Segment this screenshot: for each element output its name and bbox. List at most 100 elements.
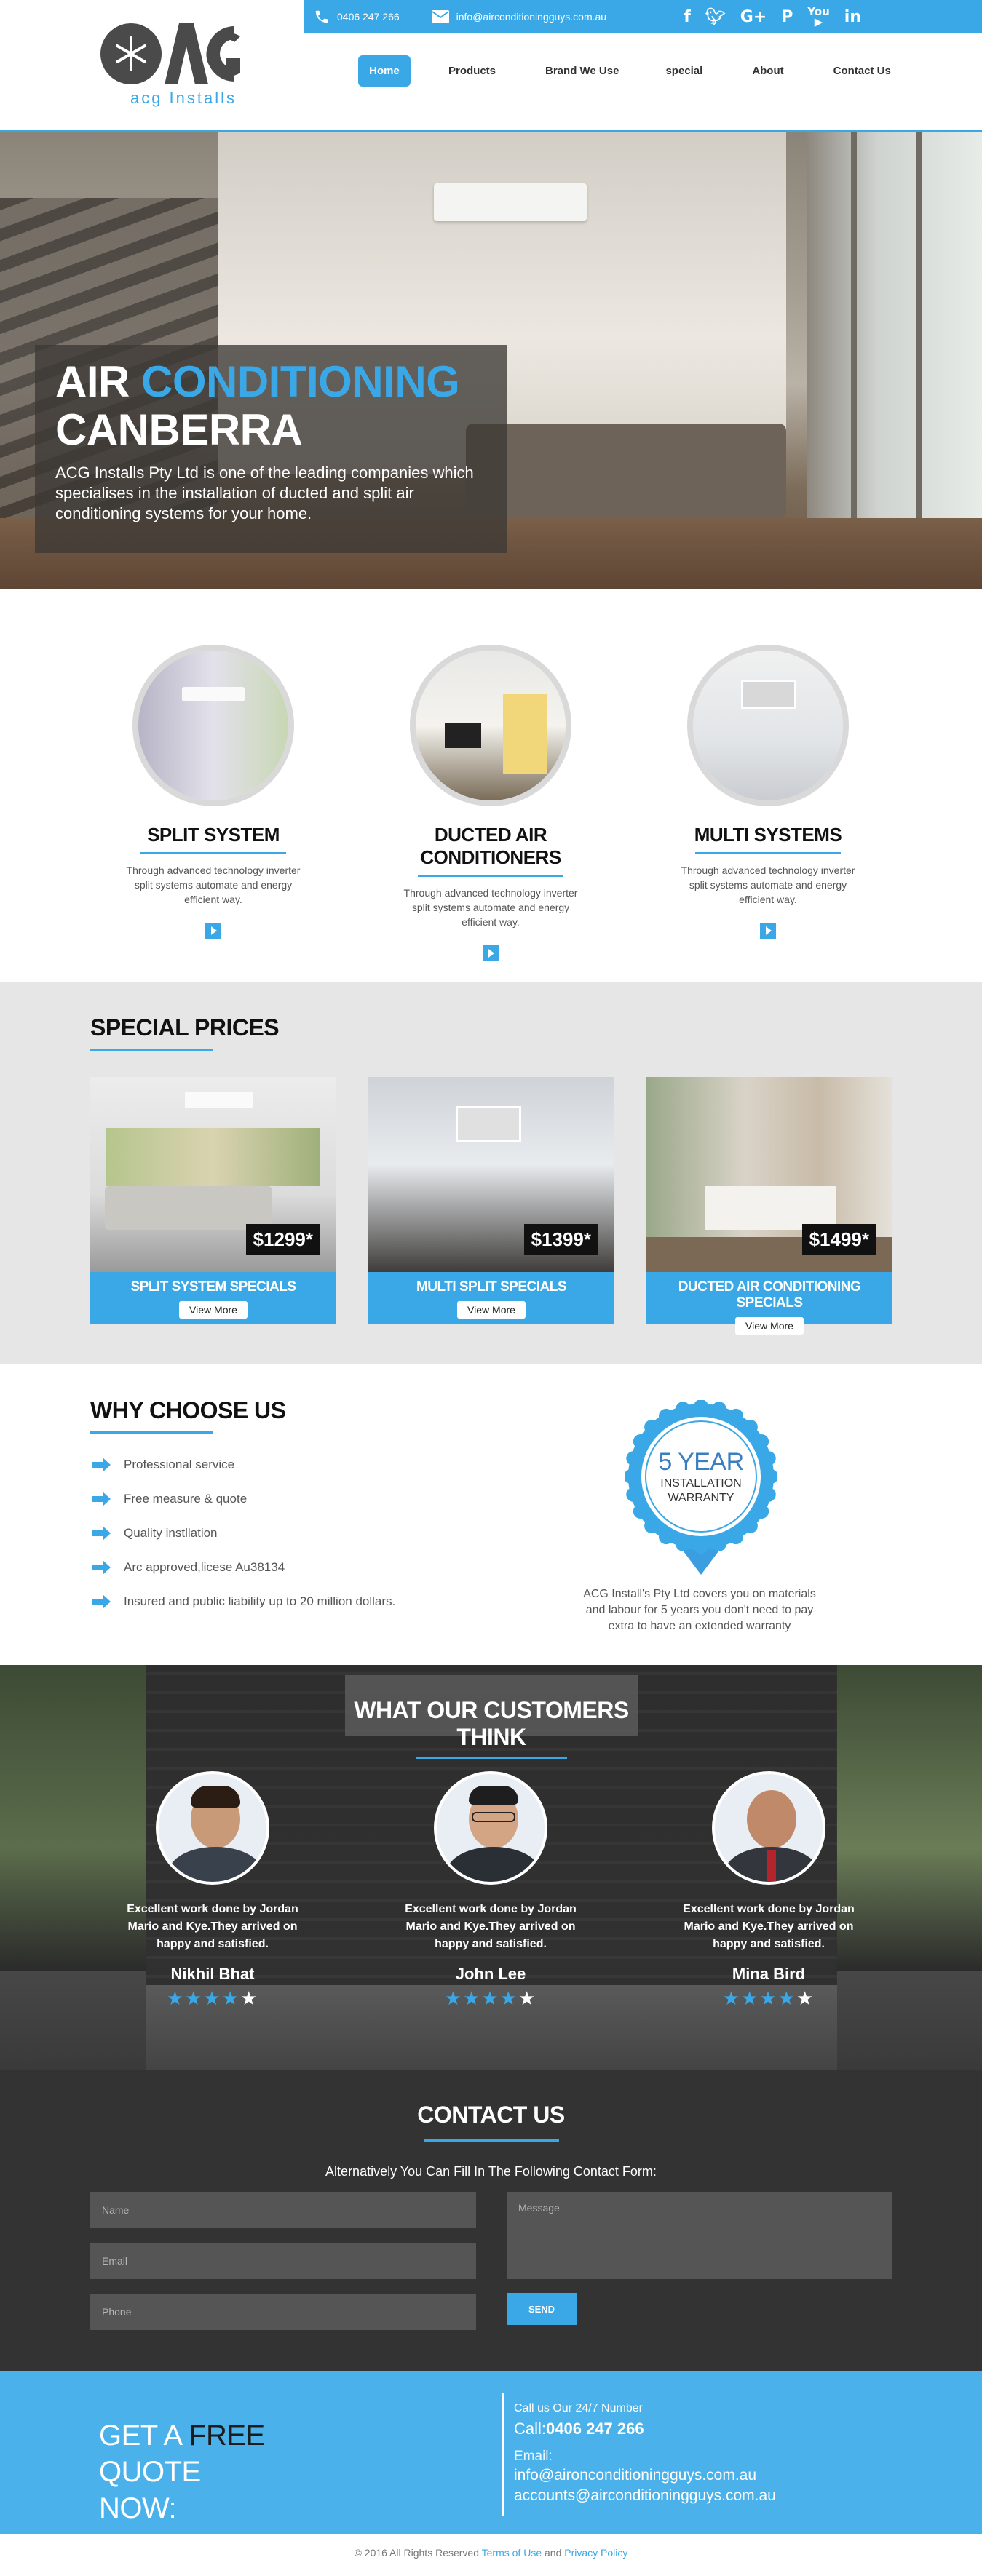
service-image bbox=[132, 645, 294, 806]
logo-tagline: acg Installs bbox=[130, 89, 237, 107]
phone-field[interactable] bbox=[90, 2294, 476, 2330]
call-line[interactable]: Call:0406 247 266 bbox=[514, 2420, 776, 2438]
nav-products[interactable]: Products bbox=[448, 55, 496, 87]
contact-title: CONTACT US bbox=[417, 2102, 565, 2128]
section-underline bbox=[416, 1757, 567, 1759]
youtube-icon[interactable]: You ▶ bbox=[807, 7, 829, 28]
star-rating: ★★★★★ bbox=[444, 1988, 537, 2010]
linkedin-icon[interactable]: in bbox=[844, 8, 861, 26]
special-price: $1499* bbox=[801, 1224, 876, 1255]
why-list-item: Insured and public liability up to 20 mi… bbox=[90, 1592, 396, 1611]
special-label-bar: DUCTED AIR CONDITIONING SPECIALS View Mo… bbox=[646, 1272, 892, 1335]
site-header: acg Installs 0406 247 266 info@aircondit… bbox=[0, 0, 982, 132]
service-ducted: DUCTED AIR CONDITIONERS Through advanced… bbox=[388, 645, 593, 965]
service-title: SPLIT SYSTEM bbox=[147, 824, 280, 846]
hero-image-window bbox=[807, 132, 982, 540]
special-prices-section: SPECIAL PRICES $1299* SPLIT SYSTEM SPECI… bbox=[0, 982, 982, 1364]
quote-free: FREE bbox=[189, 2420, 265, 2452]
badge-line1: INSTALLATION bbox=[660, 1476, 742, 1490]
service-title: DUCTED AIR CONDITIONERS bbox=[420, 824, 561, 868]
why-item-text: Insured and public liability up to 20 mi… bbox=[124, 1594, 396, 1608]
acg-logo-mark bbox=[100, 23, 240, 84]
email-link-accounts[interactable]: accounts@airconditioningguys.com.au bbox=[514, 2486, 776, 2506]
service-multi-systems: MULTI SYSTEMS Through advanced technolog… bbox=[665, 645, 871, 942]
view-more-button[interactable]: View More bbox=[179, 1301, 248, 1319]
arrow-right-icon bbox=[92, 1458, 111, 1472]
contact-subtitle: Alternatively You Can Fill In The Follow… bbox=[325, 2164, 657, 2179]
why-list-item: Quality instllation bbox=[90, 1524, 396, 1543]
acg-logo[interactable]: acg Installs bbox=[98, 20, 269, 111]
nav-contact-us[interactable]: Contact Us bbox=[833, 55, 891, 87]
testimonials-section: WHAT OUR CUSTOMERS THINK Excellent work … bbox=[0, 1665, 982, 2070]
topbar-email: info@airconditioningguys.com.au bbox=[456, 11, 607, 23]
section-underline bbox=[424, 2139, 559, 2142]
warranty-badge: 5 YEAR INSTALLATION WARRANTY bbox=[625, 1400, 777, 1582]
arrow-right-icon bbox=[92, 1492, 111, 1506]
email-contact[interactable]: info@airconditioningguys.com.au bbox=[431, 10, 607, 23]
hero-title-line2: CANBERRA bbox=[55, 405, 303, 454]
quote-quote: QUOTE bbox=[99, 2456, 201, 2488]
why-item-text: Professional service bbox=[124, 1458, 235, 1471]
main-nav: Home Products Brand We Use special About… bbox=[358, 55, 891, 87]
contact-section: CONTACT US Alternatively You Can Fill In… bbox=[0, 2070, 982, 2371]
testimonial-name: Nikhil Bhat bbox=[170, 1965, 255, 1983]
service-image bbox=[687, 645, 849, 806]
name-field[interactable] bbox=[90, 2192, 476, 2228]
twitter-icon[interactable]: 🐦︎ bbox=[705, 8, 726, 26]
privacy-link[interactable]: Privacy Policy bbox=[564, 2547, 627, 2559]
site-footer: © 2016 All Rights Reserved Terms of Use … bbox=[0, 2534, 982, 2576]
facebook-icon[interactable]: f bbox=[684, 8, 691, 26]
message-field[interactable] bbox=[507, 2192, 892, 2279]
call-number: 0406 247 266 bbox=[546, 2420, 644, 2438]
arrow-right-icon bbox=[92, 1526, 111, 1541]
badge-line2: WARRANTY bbox=[668, 1491, 734, 1504]
email-icon bbox=[431, 10, 449, 23]
send-button[interactable]: SEND bbox=[507, 2293, 577, 2325]
phone-contact[interactable]: 0406 247 266 bbox=[314, 9, 400, 25]
specials-title: SPECIAL PRICES bbox=[90, 1014, 280, 1041]
nav-about[interactable]: About bbox=[752, 55, 783, 87]
section-heading: WHY CHOOSE US bbox=[90, 1397, 286, 1434]
warranty-text: ACG Install's Pty Ltd covers you on mate… bbox=[583, 1588, 816, 1632]
special-label-bar: SPLIT SYSTEM SPECIALS View More bbox=[90, 1272, 336, 1324]
hero-description: ACG Installs Pty Ltd is one of the leadi… bbox=[55, 464, 474, 522]
quote-now: NOW: bbox=[99, 2492, 177, 2524]
service-underline bbox=[695, 852, 841, 854]
service-title: MULTI SYSTEMS bbox=[694, 824, 842, 846]
chevron-right-icon[interactable] bbox=[483, 945, 499, 961]
badge-years: 5 YEAR bbox=[658, 1447, 744, 1476]
star-rating: ★★★★★ bbox=[166, 1988, 259, 2010]
testimonials-heading: WHAT OUR CUSTOMERS THINK bbox=[345, 1675, 638, 1759]
hero-caption: AIR CONDITIONING CANBERRA ACG Installs P… bbox=[35, 345, 507, 553]
pinterest-icon[interactable]: P bbox=[781, 8, 793, 26]
why-list: Professional service Free measure & quot… bbox=[90, 1455, 396, 1626]
nav-home[interactable]: Home bbox=[358, 55, 411, 87]
terms-link[interactable]: Terms of Use bbox=[482, 2547, 542, 2559]
testimonial-quote: Excellent work done by Jordan Mario and … bbox=[127, 1903, 298, 1950]
avatar bbox=[434, 1771, 547, 1885]
arrow-right-icon bbox=[92, 1560, 111, 1575]
view-more-button[interactable]: View More bbox=[735, 1317, 804, 1335]
view-more-button[interactable]: View More bbox=[457, 1301, 526, 1319]
why-choose-us-section: WHY CHOOSE US Professional service Free … bbox=[0, 1364, 982, 1665]
email-link-info[interactable]: info@aironconditioningguys.com.au bbox=[514, 2465, 776, 2486]
chevron-right-icon[interactable] bbox=[760, 923, 776, 939]
testimonial-name: Mina Bird bbox=[732, 1965, 806, 1983]
why-title: WHY CHOOSE US bbox=[90, 1397, 286, 1423]
service-text: Through advanced technology inverter spl… bbox=[681, 864, 855, 905]
service-underline bbox=[140, 852, 286, 854]
section-underline bbox=[90, 1049, 213, 1051]
why-list-item: Professional service bbox=[90, 1455, 396, 1474]
hero-image-sofa bbox=[466, 424, 786, 518]
chevron-right-icon[interactable] bbox=[205, 923, 221, 939]
top-bar: 0406 247 266 info@airconditioningguys.co… bbox=[304, 0, 982, 33]
quote-get-a: GET A bbox=[99, 2420, 181, 2452]
special-label: SPLIT SYSTEM SPECIALS bbox=[130, 1279, 296, 1295]
google-plus-icon[interactable]: G+ bbox=[740, 8, 767, 26]
testimonial-card: Excellent work done by Jordan Mario and … bbox=[103, 1771, 322, 2010]
special-price: $1399* bbox=[523, 1224, 598, 1255]
service-text: Through advanced technology inverter spl… bbox=[403, 887, 578, 928]
nav-special[interactable]: special bbox=[665, 55, 702, 87]
email-field[interactable] bbox=[90, 2243, 476, 2279]
nav-brand-we-use[interactable]: Brand We Use bbox=[545, 55, 619, 87]
